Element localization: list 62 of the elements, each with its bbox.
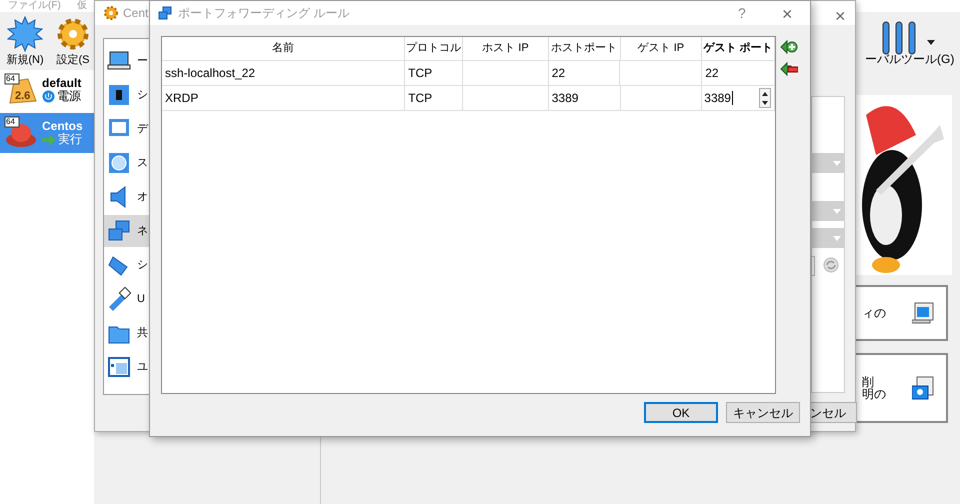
- version-label: 2.6: [15, 89, 30, 104]
- card-text: 明の: [862, 388, 886, 400]
- chip-icon: [107, 83, 131, 107]
- gear-icon: [103, 5, 119, 21]
- gear-icon: [55, 16, 91, 52]
- action-card[interactable]: 削 明の: [856, 353, 948, 423]
- window-title: ポートフォワーディング ルール: [178, 5, 350, 22]
- action-card[interactable]: ィの: [856, 285, 948, 341]
- arch-label: 64: [6, 73, 15, 85]
- column-header[interactable]: 名前: [162, 37, 406, 60]
- dropdown-arrow-icon[interactable]: [927, 40, 935, 45]
- dropdown-arrow-icon: [833, 208, 841, 214]
- dropdown-arrow-icon: [833, 236, 841, 240]
- table-row[interactable]: ssh-localhost_22 TCP 22 22: [162, 61, 775, 86]
- table-cell-text: ssh-localhost_22: [165, 65, 256, 82]
- spin-buttons[interactable]: [759, 88, 772, 108]
- window-title: Cent: [123, 5, 148, 22]
- arch-label: 64: [6, 116, 15, 128]
- table-cell-text: XRDP: [165, 90, 198, 107]
- toolbar-button[interactable]: 新規(N): [2, 16, 48, 70]
- help-button[interactable]: ?: [738, 3, 746, 24]
- network-icon: [158, 6, 172, 20]
- down-arrow-icon[interactable]: [762, 100, 768, 104]
- column-header[interactable]: ゲスト ポート: [702, 37, 775, 60]
- up-arrow-icon[interactable]: [762, 92, 768, 96]
- vm-state: 電源: [57, 90, 81, 103]
- column-header[interactable]: ゲスト IP: [620, 37, 702, 60]
- usb-icon: [107, 287, 131, 311]
- vm-item[interactable]: 64 Centos 実行: [0, 113, 94, 153]
- table-cell-text: 22: [705, 65, 719, 82]
- toolbar-label: ーバルツール(G): [865, 51, 954, 68]
- column-header[interactable]: プロトコル: [405, 37, 464, 60]
- table-row[interactable]: XRDP TCP 3389 3389: [162, 86, 775, 111]
- card-text: ィの: [862, 307, 886, 319]
- window-icon: [107, 355, 131, 379]
- dropdown-arrow-icon: [833, 160, 841, 166]
- remove-rule-icon[interactable]: [780, 61, 798, 77]
- column-header[interactable]: ホストポート: [548, 37, 621, 60]
- spinbox-input[interactable]: 3389: [702, 91, 733, 105]
- close-button[interactable]: ×: [782, 1, 793, 28]
- close-button[interactable]: ×: [835, 3, 846, 30]
- power-icon: [42, 90, 55, 103]
- table-cell-text: TCP: [408, 65, 432, 82]
- table-cell-text: TCP: [408, 90, 432, 107]
- vm-state: 実行: [58, 133, 82, 146]
- vm-name: default: [42, 77, 82, 90]
- table-cell-text: 3389: [552, 90, 578, 107]
- network-icon: [107, 219, 131, 243]
- dialog-button[interactable]: OK: [644, 402, 718, 423]
- arrow-icon: [42, 134, 56, 146]
- camera-icon: [912, 376, 934, 400]
- column-header[interactable]: ホスト IP: [463, 37, 549, 60]
- input-field[interactable]: [811, 256, 815, 276]
- dialog-button[interactable]: キャンセル: [726, 402, 800, 423]
- table-cell-text: 22: [552, 65, 566, 82]
- add-rule-icon[interactable]: [780, 39, 798, 55]
- vm-name: Centos: [42, 120, 83, 133]
- refresh-icon[interactable]: [823, 257, 839, 273]
- os-badge-icon: [4, 116, 38, 150]
- card-text: 削: [862, 376, 875, 388]
- monitor-icon: [912, 302, 934, 324]
- starburst-icon: [7, 16, 43, 52]
